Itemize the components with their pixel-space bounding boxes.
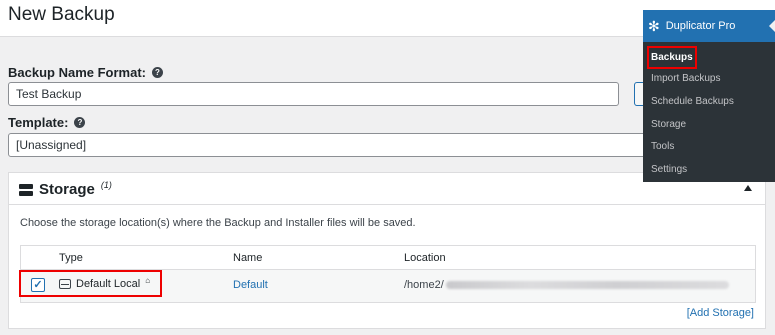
storage-title: Storage (1) — [19, 179, 112, 198]
storage-panel: Storage (1) Choose the storage location(… — [8, 172, 766, 329]
menu-item-import-backups[interactable]: Import Backups — [651, 73, 720, 84]
storage-location-text: /home2/ — [404, 279, 444, 291]
duplicator-gear-icon: ✻ — [648, 17, 660, 34]
template-label: Template: ? — [8, 115, 86, 130]
menu-pointer — [769, 20, 775, 32]
storage-count: (1) — [100, 179, 112, 190]
add-storage-link[interactable]: [Add Storage] — [687, 307, 754, 319]
menu-item-settings[interactable]: Settings — [651, 164, 687, 175]
page-title: New Backup — [8, 4, 115, 25]
column-type: Type — [59, 252, 83, 264]
backup-name-format-text: Backup Name Format: — [8, 65, 146, 80]
menu-item-schedule-backups[interactable]: Schedule Backups — [651, 96, 734, 107]
backup-name-input[interactable]: Test Backup — [8, 82, 619, 106]
admin-submenu: ✻ Duplicator Pro Backups Import Backups … — [643, 10, 775, 182]
database-icon — [19, 183, 33, 196]
column-name: Name — [233, 252, 263, 264]
storage-title-text: Storage — [39, 181, 95, 198]
template-label-text: Template: — [8, 115, 69, 130]
help-icon[interactable]: ? — [74, 117, 86, 128]
storage-description: Choose the storage location(s) where the… — [20, 217, 416, 229]
menu-title: Duplicator Pro — [665, 20, 736, 32]
highlight-box — [19, 270, 162, 297]
menu-header[interactable]: ✻ Duplicator Pro — [643, 10, 775, 42]
help-icon[interactable]: ? — [151, 67, 163, 78]
menu-item-tools[interactable]: Tools — [651, 141, 674, 152]
highlight-box-backups — [647, 46, 697, 69]
storage-name-link[interactable]: Default — [233, 279, 268, 291]
collapse-arrow-icon[interactable] — [744, 185, 752, 191]
column-location: Location — [404, 252, 446, 264]
storage-location: /home2/ — [404, 279, 729, 291]
menu-item-storage[interactable]: Storage — [651, 119, 686, 130]
backup-name-format-label: Backup Name Format: ? — [8, 65, 163, 80]
blurred-path — [445, 281, 729, 290]
table-header-row: Type Name Location — [21, 246, 755, 270]
